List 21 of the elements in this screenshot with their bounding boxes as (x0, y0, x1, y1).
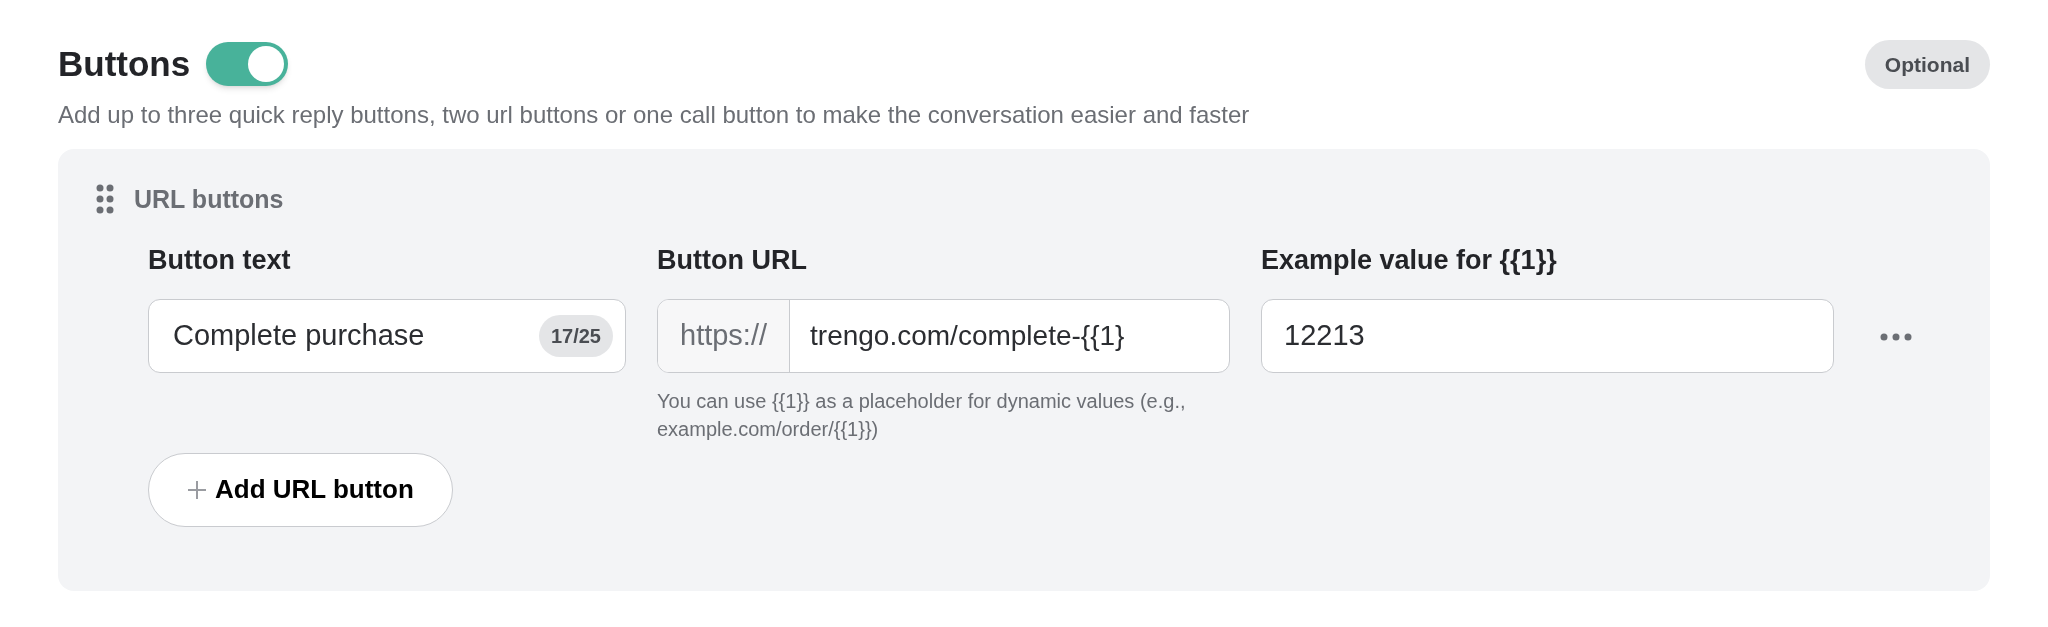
url-field[interactable]: https:// trengo.com/complete-{{1} (657, 298, 1230, 373)
field-value: Complete purchase (173, 317, 425, 353)
character-counter: 17/25 (538, 314, 613, 357)
toggle-switch[interactable] (206, 42, 289, 87)
url-prefix: https:// (658, 299, 791, 372)
field-value: 12213 (1284, 317, 1365, 353)
drag-handle-icon[interactable] (96, 184, 114, 215)
section-description: Add up to three quick reply buttons, two url buttons or one call button to make the conversation easier and faster (58, 99, 1251, 130)
text-field[interactable]: 12213 (1261, 298, 1834, 373)
group-title: URL buttons (134, 183, 284, 215)
field-label: Button text (148, 244, 292, 277)
field-label: Button URL (657, 244, 808, 277)
add-url-button[interactable]: Add URL button (148, 452, 453, 527)
text-field[interactable]: Complete purchase 17/25 (148, 298, 626, 373)
field-label: Example value for {{1}} (1261, 244, 1558, 277)
plus-icon (187, 479, 207, 500)
optional-badge: Optional (1864, 39, 1990, 89)
more-options-icon[interactable] (1880, 333, 1912, 341)
section-title: Buttons (58, 43, 191, 85)
field-value: trengo.com/complete-{{1} (809, 318, 1126, 353)
helper-text: You can use {{1}} as a placeholder for dynamic values (e.g., example.com/order/{{1}}) (657, 388, 1187, 442)
